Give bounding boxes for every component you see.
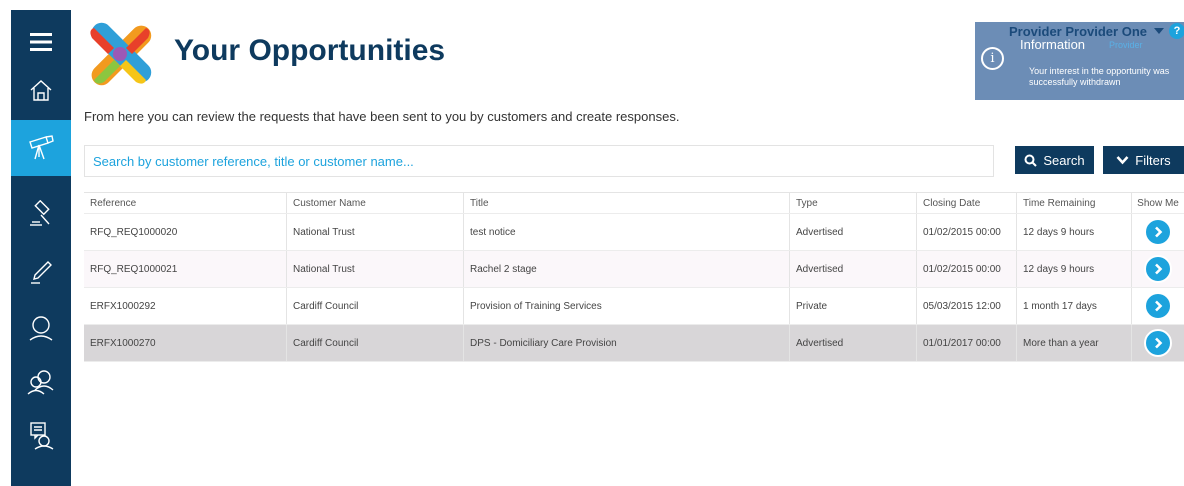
cell-reference: ERFX1000292	[90, 300, 156, 312]
app-logo	[84, 18, 156, 90]
gavel-icon	[30, 200, 50, 226]
help-icon[interactable]: ?	[1169, 23, 1184, 39]
cell-type: Private	[789, 288, 916, 324]
page-intro: From here you can review the requests th…	[84, 109, 680, 124]
filters-button-label: Filters	[1135, 152, 1171, 168]
cell-closing-date: 05/03/2015 12:00	[916, 288, 1016, 324]
cell-title: Provision of Training Services	[463, 288, 789, 324]
table-row[interactable]: ERFX1000270 Cardiff Council DPS - Domici…	[84, 325, 1184, 362]
search-button-label: Search	[1043, 152, 1085, 168]
cell-type: Advertised	[789, 251, 916, 287]
show-me-button[interactable]	[1144, 255, 1172, 283]
cell-title: Rachel 2 stage	[463, 251, 789, 287]
cell-show-me	[1131, 288, 1184, 324]
cell-type: Advertised	[789, 325, 916, 361]
sidebar-item-profile[interactable]	[11, 300, 71, 356]
table-row[interactable]: RFQ_REQ1000020 National Trust test notic…	[84, 214, 1184, 251]
cell-reference: RFQ_REQ1000020	[90, 226, 178, 238]
support-chat-icon	[30, 422, 54, 450]
cell-customer-name: National Trust	[286, 251, 463, 287]
sidebar-item-home[interactable]	[11, 62, 71, 118]
cell-closing-date: 01/02/2015 00:00	[916, 251, 1016, 287]
chevron-right-icon	[1155, 337, 1163, 349]
users-icon	[27, 370, 54, 395]
sidebar-item-auctions[interactable]	[11, 186, 71, 242]
provider-role: Provider	[1109, 40, 1143, 50]
column-header-closing-date[interactable]: Closing Date	[916, 193, 1016, 213]
sidebar-item-opportunities[interactable]	[11, 120, 71, 176]
info-heading: Information	[1020, 37, 1086, 52]
cell-title: DPS - Domiciliary Care Provision	[463, 325, 789, 361]
info-message: Your interest in the opportunity was suc…	[1029, 66, 1170, 87]
search-input[interactable]	[84, 145, 994, 177]
cell-customer-name: National Trust	[286, 214, 463, 250]
chevron-down-icon	[1116, 156, 1129, 165]
column-header-time-remaining[interactable]: Time Remaining	[1016, 193, 1131, 213]
search-icon	[1024, 154, 1038, 167]
table-row[interactable]: ERFX1000292 Cardiff Council Provision of…	[84, 288, 1184, 325]
table-header: Reference Customer Name Title Type Closi…	[84, 192, 1184, 214]
pen-icon	[31, 261, 52, 284]
sidebar	[11, 10, 71, 486]
show-me-button[interactable]	[1144, 329, 1172, 357]
cell-time-remaining: 12 days 9 hours	[1016, 251, 1131, 287]
cell-closing-date: 01/01/2017 00:00	[916, 325, 1016, 361]
cell-title: test notice	[463, 214, 789, 250]
chevron-right-icon	[1155, 263, 1163, 275]
cell-show-me	[1131, 214, 1184, 250]
cell-customer-name: Cardiff Council	[286, 288, 463, 324]
show-me-button[interactable]	[1144, 218, 1172, 246]
show-me-button[interactable]	[1144, 292, 1172, 320]
cell-type: Advertised	[789, 214, 916, 250]
filters-button[interactable]: Filters	[1103, 146, 1184, 174]
home-icon	[30, 80, 52, 101]
column-header-show-me: Show Me	[1131, 193, 1184, 213]
cell-show-me	[1131, 251, 1184, 287]
column-header-title[interactable]: Title	[463, 193, 789, 213]
cell-reference: ERFX1000270	[90, 337, 156, 349]
sidebar-item-support[interactable]	[11, 408, 71, 464]
cell-time-remaining: 12 days 9 hours	[1016, 214, 1131, 250]
cell-show-me	[1131, 325, 1184, 361]
cell-time-remaining: More than a year	[1016, 325, 1131, 361]
table-row[interactable]: RFQ_REQ1000021 National Trust Rachel 2 s…	[84, 251, 1184, 288]
sidebar-item-users[interactable]	[11, 354, 71, 410]
search-button[interactable]: Search	[1015, 146, 1094, 174]
page-title: Your Opportunities	[174, 34, 446, 67]
column-header-customer-name[interactable]: Customer Name	[286, 193, 463, 213]
user-icon	[29, 316, 53, 341]
column-header-reference[interactable]: Reference	[84, 193, 286, 213]
chevron-right-icon	[1155, 300, 1163, 312]
cell-closing-date: 01/02/2015 00:00	[916, 214, 1016, 250]
cell-reference: RFQ_REQ1000021	[90, 263, 178, 275]
info-notification: Provider Provider One ? i Information Pr…	[975, 22, 1184, 100]
column-header-type[interactable]: Type	[789, 193, 916, 213]
chevron-down-icon[interactable]	[1154, 28, 1164, 34]
menu-icon	[30, 33, 52, 51]
telescope-icon	[29, 135, 54, 160]
opportunities-table: Reference Customer Name Title Type Closi…	[84, 192, 1184, 362]
chevron-right-icon	[1155, 226, 1163, 238]
cell-customer-name: Cardiff Council	[286, 325, 463, 361]
sidebar-item-responses[interactable]	[11, 244, 71, 300]
info-icon: i	[981, 47, 1004, 70]
cell-time-remaining: 1 month 17 days	[1016, 288, 1131, 324]
